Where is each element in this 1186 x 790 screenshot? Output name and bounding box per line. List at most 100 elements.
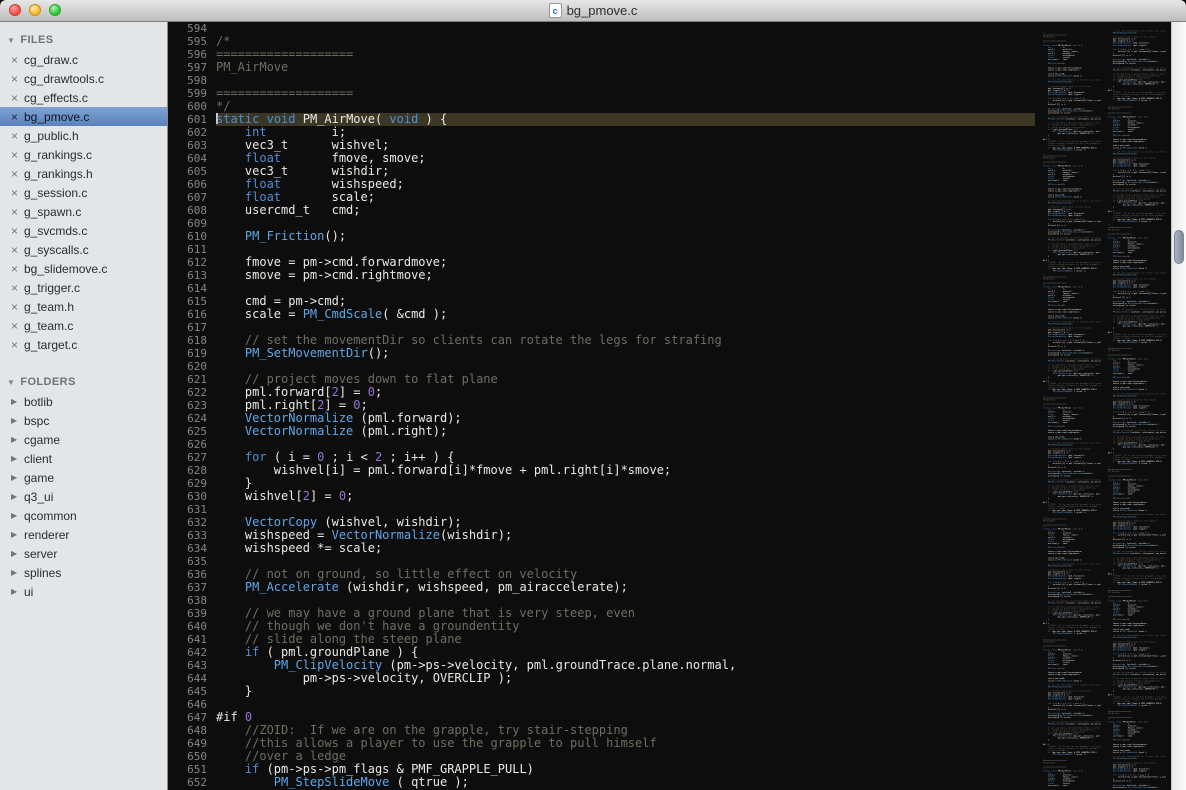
folder-disclosure-icon[interactable]: ▶ <box>11 454 24 463</box>
close-window-button[interactable] <box>9 4 21 16</box>
code-line[interactable]: 644 pm->ps->velocity, OVERCLIP ); <box>168 672 1035 685</box>
close-file-icon[interactable]: × <box>11 149 24 161</box>
folders-section-header[interactable]: ▼ FOLDERS <box>0 372 167 392</box>
zoom-window-button[interactable] <box>49 4 61 16</box>
folder-disclosure-icon[interactable]: ▶ <box>11 587 24 596</box>
line-content: =================== <box>1108 717 1131 719</box>
code-line[interactable]: 646 <box>168 698 1035 711</box>
sidebar-folder-item[interactable]: ▶game <box>0 468 167 487</box>
line-content: wishvel[2] = 0; <box>1043 225 1066 227</box>
code-line[interactable]: 645 } <box>168 685 1035 698</box>
code-line[interactable]: 619 PM_SetMovementDir(); <box>168 347 1035 360</box>
file-name: g_spawn.c <box>24 205 81 219</box>
line-content: PM_SetMovementDir(); <box>1043 565 1073 567</box>
line-number: 625 <box>168 425 216 438</box>
minimize-window-button[interactable] <box>29 4 41 16</box>
line-content: PM_Accelerate (wishdir, wishspeed, pm_ai… <box>1043 481 1101 483</box>
close-file-icon[interactable]: × <box>11 263 24 275</box>
sidebar-file-item[interactable]: ×g_public.h <box>0 126 167 145</box>
sidebar-folder-item[interactable]: ▶renderer <box>0 525 167 544</box>
close-file-icon[interactable]: × <box>11 339 24 351</box>
code-line[interactable]: 596=================== <box>168 48 1035 61</box>
sidebar-file-item[interactable]: ×g_syscalls.c <box>0 240 167 259</box>
code-line[interactable]: 634 wishspeed *= scale; <box>168 542 1035 555</box>
close-file-icon[interactable]: × <box>11 301 24 313</box>
sidebar-file-item[interactable]: ×g_team.h <box>0 297 167 316</box>
sidebar-file-item[interactable]: ×g_rankings.c <box>0 145 167 164</box>
code-line[interactable]: 613 smove = pm->cmd.rightmove; <box>168 269 1035 282</box>
titlebar[interactable]: c bg_pmove.c <box>0 0 1186 22</box>
vertical-scrollbar[interactable] <box>1171 22 1186 790</box>
sidebar-folder-item[interactable]: ▶bspc <box>0 411 167 430</box>
line-content: usercmd_t cmd; <box>1108 614 1133 616</box>
line-content: PM_Accelerate (wishdir, wishspeed, pm_ai… <box>1108 311 1166 313</box>
line-number: 618 <box>168 334 216 347</box>
line-content: } <box>1108 327 1114 329</box>
close-file-icon[interactable]: × <box>11 54 24 66</box>
line-content: =================== <box>1043 161 1066 163</box>
sidebar-folder-item[interactable]: ▶qcommon <box>0 506 167 525</box>
code-line[interactable]: 594 <box>168 22 1035 35</box>
code-line[interactable]: 597PM_AirMove <box>168 61 1035 74</box>
sidebar-file-item[interactable]: ×g_session.c <box>0 183 167 202</box>
sidebar-folder-item[interactable]: ▶botlib <box>0 392 167 411</box>
code-line[interactable]: 637 PM_Accelerate (wishdir, wishspeed, p… <box>168 581 1035 594</box>
sidebar-file-item[interactable]: ×bg_pmove.c <box>0 107 167 126</box>
close-file-icon[interactable]: × <box>11 225 24 237</box>
sidebar-folder-item[interactable]: ▶q3_ui <box>0 487 167 506</box>
line-content: usercmd_t cmd; <box>1043 663 1068 665</box>
close-file-icon[interactable]: × <box>11 92 24 104</box>
sidebar-file-item[interactable]: ×g_target.c <box>0 335 167 354</box>
close-file-icon[interactable]: × <box>11 206 24 218</box>
folder-disclosure-icon[interactable]: ▶ <box>11 492 24 501</box>
folder-disclosure-icon[interactable]: ▶ <box>11 511 24 520</box>
sidebar-folder-item[interactable]: ▶cgame <box>0 430 167 449</box>
close-file-icon[interactable]: × <box>11 73 24 85</box>
code-line[interactable]: 625 VectorNormalize (pml.right); <box>168 425 1035 438</box>
sidebar-file-item[interactable]: ×cg_drawtools.c <box>0 69 167 88</box>
folder-disclosure-icon[interactable]: ▶ <box>11 416 24 425</box>
sidebar-folder-item[interactable]: ▶client <box>0 449 167 468</box>
code-line[interactable]: 628 wishvel[i] = pml.forward[i]*fmove + … <box>168 464 1035 477</box>
code-line[interactable]: 599=================== <box>168 87 1035 100</box>
sidebar-file-item[interactable]: ×bg_slidemove.c <box>0 259 167 278</box>
sidebar-folder-item[interactable]: ▶splines <box>0 563 167 582</box>
minimap[interactable]: /*===================PM_AirMove=========… <box>1035 22 1171 790</box>
sidebar-file-item[interactable]: ×g_team.c <box>0 316 167 335</box>
close-file-icon[interactable]: × <box>11 244 24 256</box>
code-line[interactable]: 630 wishvel[2] = 0; <box>168 490 1035 503</box>
sidebar-file-item[interactable]: ×g_rankings.h <box>0 164 167 183</box>
code-line[interactable]: 652 PM_StepSlideMove ( qtrue ); <box>168 776 1035 789</box>
files-section-header[interactable]: ▼ FILES <box>0 30 167 50</box>
close-file-icon[interactable]: × <box>11 320 24 332</box>
sidebar-file-item[interactable]: ×g_svcmds.c <box>0 221 167 240</box>
sidebar-file-item[interactable]: ×g_trigger.c <box>0 278 167 297</box>
line-number: 610 <box>168 230 216 243</box>
close-file-icon[interactable]: × <box>11 111 24 123</box>
close-file-icon[interactable]: × <box>11 130 24 142</box>
scrollbar-thumb[interactable] <box>1174 230 1184 264</box>
code-area[interactable]: 594595/*596===================597PM_AirM… <box>168 22 1035 790</box>
sidebar-file-item[interactable]: ×cg_draw.c <box>0 50 167 69</box>
close-file-icon[interactable]: × <box>11 187 24 199</box>
sidebar-folder-item[interactable]: ▶server <box>0 544 167 563</box>
code-line[interactable]: 610 PM_Friction(); <box>168 230 1035 243</box>
code-line[interactable]: 616 scale = PM_CmdScale( &cmd ); <box>168 308 1035 321</box>
folder-disclosure-icon[interactable]: ▶ <box>11 568 24 577</box>
folder-disclosure-icon[interactable]: ▶ <box>11 397 24 406</box>
sidebar-file-item[interactable]: ×cg_effects.c <box>0 88 167 107</box>
folder-disclosure-icon[interactable]: ▶ <box>11 473 24 482</box>
close-file-icon[interactable]: × <box>11 168 24 180</box>
sidebar-folder-item[interactable]: ▶ui <box>0 582 167 601</box>
code-line[interactable]: 608 usercmd_t cmd; <box>168 204 1035 217</box>
folder-name: server <box>24 547 57 561</box>
line-number: 622 <box>168 386 216 399</box>
close-file-icon[interactable]: × <box>11 282 24 294</box>
folder-disclosure-icon[interactable]: ▶ <box>11 530 24 539</box>
line-content: scale = PM_CmdScale( &cmd ); <box>1108 751 1147 753</box>
minimap-line: pm->ps->velocity, OVERCLIP ); <box>1108 325 1166 327</box>
line-number: 646 <box>168 698 216 711</box>
folder-disclosure-icon[interactable]: ▶ <box>11 549 24 558</box>
sidebar-file-item[interactable]: ×g_spawn.c <box>0 202 167 221</box>
folder-disclosure-icon[interactable]: ▶ <box>11 435 24 444</box>
